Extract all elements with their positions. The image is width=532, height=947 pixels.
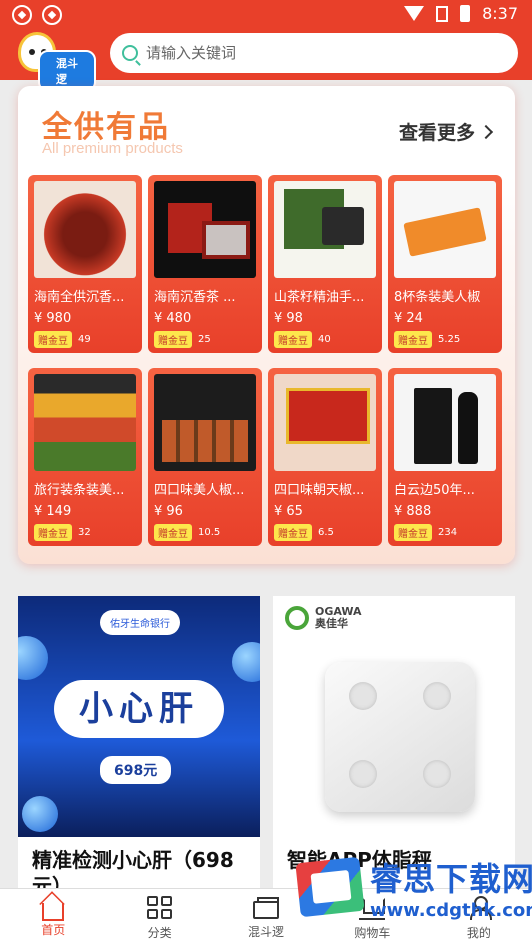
bean-badge: 赠金豆: [394, 524, 432, 541]
wifi-icon: [404, 6, 425, 21]
see-more-label: 查看更多: [398, 122, 475, 144]
nav-home[interactable]: 首页: [0, 889, 106, 947]
bean-value: 40: [318, 334, 331, 345]
product-image: [274, 181, 376, 278]
category-icon: [146, 895, 173, 920]
product-card[interactable]: 旅行装条装美... ¥ 149 赠金豆 32: [28, 368, 142, 546]
product-image: [154, 374, 256, 471]
product-price: ¥ 888: [394, 504, 432, 519]
status-time: 8:37: [482, 4, 518, 23]
product-name: 8杯条装美人椒: [394, 290, 481, 305]
product-card[interactable]: 8杯条装美人椒 ¥ 24 赠金豆 5.25: [388, 175, 502, 353]
bubble-decoration: [232, 642, 260, 682]
product-name: 白云边50年...: [394, 483, 475, 498]
bean-badge: 赠金豆: [154, 331, 192, 348]
bubble-decoration: [22, 796, 58, 832]
product-image: [34, 374, 136, 471]
bubble-decoration: [18, 636, 48, 680]
product-price: ¥ 480: [154, 311, 192, 326]
promo-price-tag: 698元: [100, 756, 172, 784]
product-price: ¥ 96: [154, 504, 183, 519]
product-image: [274, 374, 376, 471]
ogawa-logo-icon: [285, 606, 309, 630]
status-indicators: 8:37: [404, 4, 518, 23]
product-name: 海南全供沉香...: [34, 290, 125, 305]
brand-logo: OGAWA 奥佳华: [285, 606, 362, 630]
bean-value: 32: [78, 527, 91, 538]
search-bar[interactable]: [110, 33, 518, 73]
section-subtitle: All premium products: [42, 140, 183, 157]
chevron-right-icon: [478, 124, 494, 139]
product-name: 旅行装条装美...: [34, 483, 125, 498]
product-card[interactable]: 海南全供沉香... ¥ 980 赠金豆 49: [28, 175, 142, 353]
product-name: 海南沉香茶 ...: [154, 290, 236, 305]
bean-value: 49: [78, 334, 91, 345]
product-photo: OGAWA 奥佳华: [273, 596, 515, 837]
search-input[interactable]: [146, 44, 486, 62]
product-price: ¥ 65: [274, 504, 303, 519]
promo-card-liver-test[interactable]: 佑牙生命银行 小心肝 698元 精准检测小心肝（698元）: [18, 596, 260, 898]
product-image: [34, 181, 136, 278]
bean-value: 10.5: [198, 527, 221, 538]
brand-badge: 佑牙生命银行: [100, 610, 180, 635]
bean-badge: 赠金豆: [34, 331, 72, 348]
see-more-link[interactable]: 查看更多: [398, 118, 494, 145]
watermark: 睿思下载网 www.cdgthk.com: [295, 852, 532, 944]
product-price: ¥ 98: [274, 311, 303, 326]
bean-badge: 赠金豆: [274, 331, 312, 348]
nav-label: 混斗逻: [248, 924, 285, 939]
product-image: [394, 374, 496, 471]
scale-pad: [423, 682, 451, 710]
bean-value: 25: [198, 334, 211, 345]
nav-label: 首页: [41, 922, 66, 937]
product-card[interactable]: 山茶籽精油手... ¥ 98 赠金豆 40: [268, 175, 382, 353]
promo-card-body-scale[interactable]: OGAWA 奥佳华 智能APP体脂秤: [273, 596, 515, 888]
battery-icon: [460, 5, 471, 22]
scale-pad: [349, 760, 377, 788]
scale-pad: [349, 682, 377, 710]
box-icon: [253, 896, 280, 919]
product-name: 四口味美人椒...: [154, 483, 245, 498]
app-logo[interactable]: 混斗逻: [16, 32, 96, 92]
notification-icon: [42, 5, 62, 25]
status-bar: 8:37: [0, 0, 532, 30]
bean-value: 5.25: [438, 334, 461, 345]
scale-image: [325, 662, 475, 812]
product-card[interactable]: 白云边50年... ¥ 888 赠金豆 234: [388, 368, 502, 546]
product-card[interactable]: 四口味美人椒... ¥ 96 赠金豆 10.5: [148, 368, 262, 546]
bean-badge: 赠金豆: [154, 524, 192, 541]
product-price: ¥ 980: [34, 311, 72, 326]
premium-products-section: 全供有品 All premium products 查看更多 海南全供沉香...…: [18, 86, 515, 564]
scale-pad: [423, 760, 451, 788]
bean-badge: 赠金豆: [394, 331, 432, 348]
home-icon: [42, 902, 65, 921]
product-card[interactable]: 海南沉香茶 ... ¥ 480 赠金豆 25: [148, 175, 262, 353]
product-price: ¥ 24: [394, 311, 423, 326]
notification-icons: [12, 5, 62, 25]
promo-headline: 小心肝: [54, 680, 224, 738]
app-header: 混斗逻: [0, 30, 532, 92]
promo-banner: 佑牙生命银行 小心肝 698元: [18, 596, 260, 837]
watermark-brand: 睿思下载网: [370, 860, 532, 898]
bean-value: 234: [438, 527, 458, 538]
product-name: 山茶籽精油手...: [274, 290, 365, 305]
brand-name-cn: 奥佳华: [315, 617, 348, 630]
product-card[interactable]: 四口味朝天椒... ¥ 65 赠金豆 6.5: [268, 368, 382, 546]
search-icon: [122, 45, 138, 61]
product-name: 四口味朝天椒...: [274, 483, 365, 498]
notification-icon: [12, 5, 32, 25]
watermark-url: www.cdgthk.com: [370, 900, 532, 921]
bean-badge: 赠金豆: [34, 524, 72, 541]
product-price: ¥ 149: [34, 504, 72, 519]
sim-icon: [436, 5, 449, 22]
bean-value: 6.5: [318, 527, 334, 538]
nav-label: 分类: [147, 925, 172, 940]
bean-badge: 赠金豆: [274, 524, 312, 541]
product-image: [154, 181, 256, 278]
nav-category[interactable]: 分类: [106, 889, 212, 947]
product-image: [394, 181, 496, 278]
folder-logo-icon: [295, 856, 365, 918]
